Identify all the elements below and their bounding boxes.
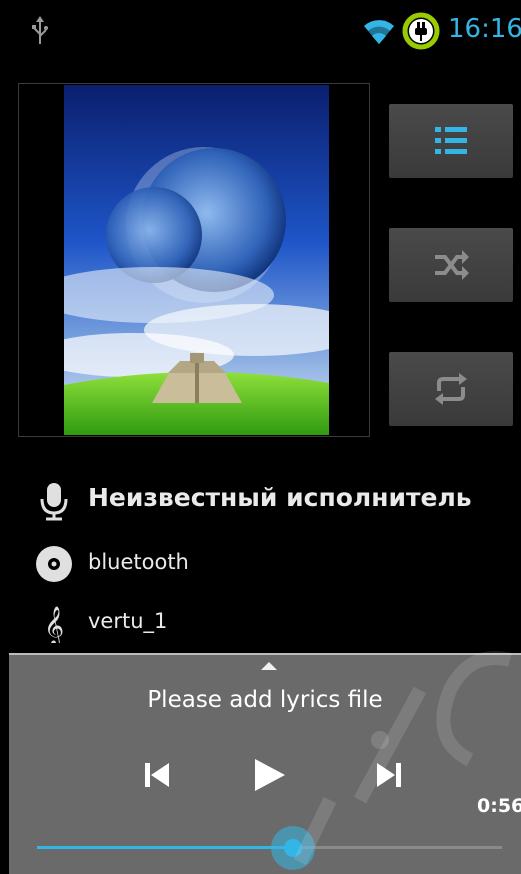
repeat-button[interactable] bbox=[389, 352, 513, 426]
artist-row: Неизвестный исполнитель bbox=[0, 475, 521, 525]
expand-panel-arrow-icon[interactable] bbox=[261, 662, 277, 670]
svg-text:𝄞: 𝄞 bbox=[44, 606, 64, 643]
shuffle-icon bbox=[435, 250, 469, 280]
title-row: 𝄞 vertu_1 bbox=[0, 597, 521, 647]
album-art bbox=[64, 85, 329, 435]
status-clock: 16:16 bbox=[448, 14, 521, 44]
track-title: vertu_1 bbox=[88, 609, 168, 633]
playback-panel: Please add lyrics file 0:56 bbox=[9, 653, 521, 874]
wifi-icon bbox=[364, 20, 394, 44]
album-art-frame bbox=[18, 83, 370, 437]
battery-charging-icon bbox=[402, 12, 440, 50]
elapsed-time: 0:56 bbox=[477, 795, 521, 817]
playlist-button[interactable] bbox=[389, 104, 513, 178]
seek-bar-progress bbox=[37, 846, 293, 849]
album-row: bluetooth bbox=[0, 538, 521, 588]
lyrics-message: Please add lyrics file bbox=[147, 687, 383, 713]
previous-button[interactable] bbox=[139, 755, 179, 795]
shuffle-button[interactable] bbox=[389, 228, 513, 302]
seek-bar[interactable] bbox=[37, 846, 502, 849]
next-button[interactable] bbox=[367, 755, 407, 795]
microphone-icon bbox=[40, 483, 68, 521]
playlist-icon bbox=[435, 127, 467, 154]
treble-clef-icon: 𝄞 bbox=[44, 606, 64, 643]
repeat-icon bbox=[435, 373, 467, 405]
seek-bar-thumb[interactable] bbox=[270, 826, 315, 870]
usb-icon bbox=[32, 16, 48, 44]
disc-icon bbox=[36, 546, 72, 582]
artist-name: Неизвестный исполнитель bbox=[88, 483, 472, 512]
play-button[interactable] bbox=[249, 753, 289, 797]
album-name: bluetooth bbox=[88, 550, 189, 574]
status-bar: 16:16 bbox=[0, 0, 521, 64]
